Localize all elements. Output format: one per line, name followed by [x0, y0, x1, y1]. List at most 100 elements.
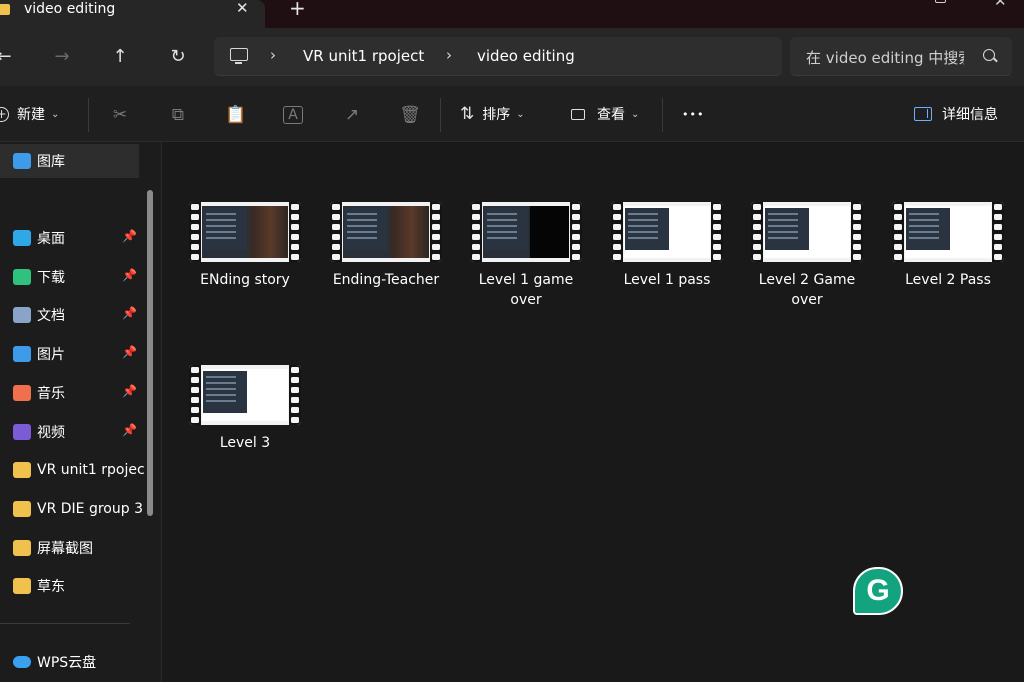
more-options-button[interactable]: ••• [682, 102, 704, 126]
film-strip [851, 202, 863, 262]
video-frame [202, 369, 288, 421]
view-icon [571, 108, 585, 120]
navigation-pane: 图库 桌面 📌 下载 📌 文档 📌 图片 📌 音乐 📌 视频 📌 VR unit1 rpoject VR … [0, 142, 162, 682]
film-strip [570, 202, 582, 262]
library-icon [13, 346, 31, 363]
tab-title: video editing [24, 1, 116, 17]
pin-icon[interactable]: 📌 [122, 384, 137, 398]
film-strip [289, 202, 301, 262]
library-icon [13, 384, 31, 401]
sidebar-item[interactable]: VR DIE group 3 [0, 492, 145, 526]
video-frame [624, 206, 710, 258]
details-button[interactable]: 详细信息 [914, 102, 998, 126]
folder-icon [13, 500, 31, 517]
video-frame [764, 206, 850, 258]
window-close-icon[interactable]: ✕ [994, 0, 1007, 9]
share-icon[interactable]: ↗ [341, 104, 363, 126]
breadcrumb-item-vr-unit1[interactable]: VR unit1 rpoject [303, 47, 424, 65]
sort-icon: ⇅ [460, 104, 475, 124]
rename-icon[interactable]: A [283, 106, 303, 124]
file-item[interactable]: Level 2 Game over [742, 202, 872, 310]
details-pane-icon [914, 107, 932, 121]
film-strip [189, 202, 201, 262]
video-thumbnail [892, 202, 1004, 262]
view-label: 查看 [597, 107, 625, 123]
file-name: Level 1 pass [623, 272, 711, 288]
library-icon [13, 230, 31, 246]
film-strip [330, 202, 342, 262]
title-bar: video editing ✕ + ✕ [0, 0, 1024, 28]
toolbar-divider [88, 98, 89, 132]
forward-arrow-icon[interactable]: → [48, 42, 76, 70]
sidebar-item[interactable]: 屏幕截图 [0, 531, 145, 565]
video-frame [483, 206, 569, 258]
sidebar-item[interactable]: VR unit1 rpoject [0, 453, 145, 487]
tab-video-editing[interactable]: video editing ✕ [0, 0, 265, 28]
sidebar-item-label: 图片 [37, 347, 65, 364]
file-item[interactable]: Ending-Teacher [321, 202, 451, 290]
new-button[interactable]: + 新建 ⌄ [0, 102, 59, 126]
view-button[interactable]: 查看 ⌄ [571, 102, 639, 126]
sidebar-item-label: 草东 [37, 579, 65, 596]
sidebar-item-label: VR unit1 rpoject [37, 462, 145, 479]
film-strip [470, 202, 482, 262]
this-pc-icon[interactable] [230, 48, 248, 64]
breadcrumb-item-video-editing[interactable]: video editing [477, 47, 575, 65]
back-arrow-icon[interactable]: ← [0, 42, 18, 70]
paste-icon[interactable]: 📋 [225, 104, 247, 126]
cut-icon[interactable]: ✂ [109, 104, 131, 126]
film-strip [751, 202, 763, 262]
sidebar-item-label: 文档 [37, 308, 65, 325]
breadcrumb-chevron-icon[interactable]: › [446, 46, 452, 64]
folder-icon [13, 578, 31, 595]
address-bar[interactable]: › VR unit1 rpoject › video editing [214, 37, 782, 76]
sidebar-scrollbar[interactable] [147, 190, 153, 516]
maximize-icon[interactable] [935, 0, 946, 3]
toolbar-divider [440, 98, 441, 132]
video-frame [202, 206, 288, 258]
film-strip [992, 202, 1004, 262]
pin-icon[interactable]: 📌 [122, 268, 137, 282]
file-item[interactable]: Level 1 game over [461, 202, 591, 310]
search-input[interactable]: 在 video editing 中搜索 [806, 47, 964, 67]
file-name: ENding story [200, 272, 290, 288]
file-name: Level 1 game over [478, 272, 574, 308]
plus-icon: + [0, 106, 9, 122]
new-tab-button[interactable]: + [289, 0, 306, 18]
sidebar-item[interactable]: 草东 [0, 569, 145, 603]
pin-icon[interactable]: 📌 [122, 423, 137, 437]
up-arrow-icon[interactable]: ↑ [106, 42, 134, 70]
copy-icon[interactable]: ⧉ [167, 104, 189, 126]
video-thumbnail [189, 365, 301, 425]
chevron-down-icon: ⌄ [631, 108, 640, 120]
file-name: Level 2 Game over [758, 272, 856, 308]
file-item[interactable]: ENding story [180, 202, 310, 290]
file-item[interactable]: Level 3 [180, 365, 310, 453]
cloud-icon [13, 656, 31, 668]
sidebar-item-gallery[interactable]: 图库 [0, 144, 139, 178]
search-icon[interactable] [983, 49, 995, 61]
sidebar-item-label: 屏幕截图 [37, 540, 93, 557]
sidebar-item-label: VR DIE group 3 [37, 500, 143, 517]
film-strip [892, 202, 904, 262]
pin-icon[interactable]: 📌 [122, 229, 137, 243]
file-item[interactable]: Level 1 pass [602, 202, 732, 290]
refresh-icon[interactable]: ↻ [164, 42, 192, 70]
video-thumbnail [611, 202, 723, 262]
sort-button[interactable]: ⇅ 排序 ⌄ [460, 102, 525, 126]
grammarly-icon[interactable]: G [853, 567, 903, 615]
sidebar-item-wps-cloud[interactable]: WPS云盘 [0, 645, 145, 679]
library-icon [13, 268, 31, 285]
command-toolbar: + 新建 ⌄ ✂ ⧉ 📋 A ↗ 🗑 ⇅ 排序 ⌄ 查看 ⌄ ••• 详细信息 [0, 86, 1024, 142]
breadcrumb-chevron-icon[interactable]: › [270, 46, 276, 64]
tab-close-icon[interactable]: ✕ [236, 0, 249, 16]
pin-icon[interactable]: 📌 [122, 306, 137, 320]
search-box[interactable]: 在 video editing 中搜索 [790, 37, 1012, 76]
navigation-bar: ← → ↑ ↻ › VR unit1 rpoject › video editi… [0, 28, 1024, 86]
pin-icon[interactable]: 📌 [122, 345, 137, 359]
file-item[interactable]: Level 2 Pass [883, 202, 1013, 290]
toolbar-divider [662, 98, 663, 132]
delete-icon[interactable]: 🗑 [399, 104, 421, 126]
folder-icon [13, 539, 31, 556]
video-frame [343, 206, 429, 258]
